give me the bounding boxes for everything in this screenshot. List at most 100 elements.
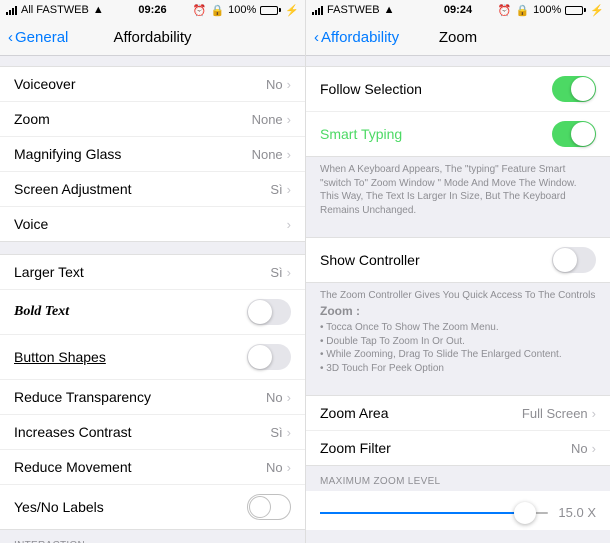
bold-text-toggle[interactable] [247,299,291,325]
back-button[interactable]: ‹ General [8,29,68,46]
back-label: General [15,29,68,46]
row-label: Voice [14,216,48,232]
nav-bar: ‹ Affordability Zoom [306,20,610,56]
section-header: MAXIMUM ZOOM LEVEL [306,466,610,491]
row-zoom-area[interactable]: Zoom Area Full Screen › [306,396,610,431]
carrier: All FASTWEB [21,4,89,16]
rotation-lock-icon: 🔒 [515,4,529,17]
yesno-labels-toggle[interactable] [247,494,291,520]
chevron-right-icon: › [287,425,291,440]
row-magnify[interactable]: Magnifying Glass None › [0,137,305,172]
row-label: Larger Text [14,264,84,280]
chevron-right-icon: › [287,112,291,127]
wifi-icon: ▲ [384,4,395,16]
desc-bullet: 3D Touch For Peek Option [320,362,596,376]
row-label: Voiceover [14,76,75,92]
desc-heading: Zoom : [320,304,360,318]
smart-typing-toggle[interactable] [552,121,596,147]
battery-percent: 100% [228,4,256,16]
chevron-right-icon: › [287,147,291,162]
row-zoom[interactable]: Zoom None › [0,102,305,137]
row-label: Screen Adjustment [14,181,132,197]
row-label: Follow Selection [320,81,422,97]
row-value: No [266,77,283,92]
max-zoom-slider[interactable] [320,512,548,514]
row-value: Sì [270,425,282,440]
row-label: Zoom Area [320,405,388,421]
slider-value: 15.0 X [556,505,596,520]
row-label: Increases Contrast [14,424,132,440]
desc-bullet: Double Tap To Zoom In Or Out. [320,335,596,349]
row-label: Magnifying Glass [14,146,121,162]
chevron-right-icon: › [287,77,291,92]
smart-typing-description: When A Keyboard Appears, The "typing" Fe… [306,157,610,225]
row-show-controller[interactable]: Show Controller [306,238,610,282]
row-larger-text[interactable]: Larger Text Sì › [0,255,305,290]
charging-icon: ⚡ [590,4,604,17]
row-label: Bold Text [14,304,69,320]
page-title: Affordability [113,29,191,46]
row-bold-text[interactable]: Bold Text [0,290,305,335]
desc-bullet: Tocca Once To Show The Zoom Menu. [320,321,596,335]
battery-percent: 100% [533,4,561,16]
clock: 09:26 [138,4,166,16]
section-header: INTERACTION [0,530,305,543]
signal-icon [6,6,17,15]
status-bar: All FASTWEB ▲ 09:26 ⏰ 🔒 100% ⚡ [0,0,305,20]
back-label: Affordability [321,29,399,46]
follow-selection-toggle[interactable] [552,76,596,102]
right-screen: FASTWEB ▲ 09:24 ⏰ 🔒 100% ⚡ ‹ Affordabili… [305,0,610,543]
desc-bullet: While Zooming, Drag To Slide The Enlarge… [320,348,596,362]
row-value: None [252,112,283,127]
chevron-right-icon: › [287,217,291,232]
row-label: Reduce Movement [14,459,132,475]
row-contrast[interactable]: Increases Contrast Sì › [0,415,305,450]
chevron-right-icon: › [592,406,596,421]
row-value: Sì [270,265,282,280]
row-button-shapes[interactable]: Button Shapes [0,335,305,380]
carrier: FASTWEB [327,4,380,16]
row-value: No [571,441,588,456]
left-screen: All FASTWEB ▲ 09:26 ⏰ 🔒 100% ⚡ ‹ General… [0,0,305,543]
rotation-lock-icon: 🔒 [210,4,224,17]
row-label: Zoom [14,111,50,127]
row-label: Show Controller [320,252,420,268]
row-voiceover[interactable]: Voiceover No › [0,67,305,102]
row-value: None [252,147,283,162]
battery-icon [565,6,586,15]
row-value: Full Screen [522,406,588,421]
chevron-right-icon: › [287,265,291,280]
wifi-icon: ▲ [93,4,104,16]
row-label: Yes/No Labels [14,499,104,515]
row-follow-selection[interactable]: Follow Selection [306,67,610,112]
alarm-icon: ⏰ [193,4,207,17]
status-bar: FASTWEB ▲ 09:24 ⏰ 🔒 100% ⚡ [306,0,610,20]
row-transparency[interactable]: Reduce Transparency No› [0,380,305,415]
slider-thumb[interactable] [514,502,536,524]
chevron-left-icon: ‹ [8,29,13,46]
row-label: Smart Typing [320,126,402,142]
row-yesno-labels[interactable]: Yes/No Labels [0,485,305,529]
charging-icon: ⚡ [285,4,299,17]
row-smart-typing[interactable]: Smart Typing [306,112,610,156]
chevron-right-icon: › [287,182,291,197]
row-voice[interactable]: Voice › [0,207,305,241]
row-zoom-filter[interactable]: Zoom Filter No› [306,431,610,465]
alarm-icon: ⏰ [498,4,512,17]
row-screen-adjustment[interactable]: Screen Adjustment Sì› [0,172,305,207]
show-controller-toggle[interactable] [552,247,596,273]
row-movement[interactable]: Reduce Movement No› [0,450,305,485]
chevron-right-icon: › [592,441,596,456]
chevron-right-icon: › [287,390,291,405]
row-value: No [266,460,283,475]
desc-intro: The Zoom Controller Gives You Quick Acce… [320,290,595,301]
max-zoom-slider-row: 15.0 X [306,491,610,530]
controller-description: The Zoom Controller Gives You Quick Acce… [306,283,610,383]
clock: 09:24 [444,4,472,16]
page-title: Zoom [439,29,477,46]
button-shapes-toggle[interactable] [247,344,291,370]
content: Voiceover No › Zoom None › Magnifying Glas… [0,56,305,543]
back-button[interactable]: ‹ Affordability [314,29,399,46]
row-label: Button Shapes [14,349,106,365]
signal-icon [312,6,323,15]
